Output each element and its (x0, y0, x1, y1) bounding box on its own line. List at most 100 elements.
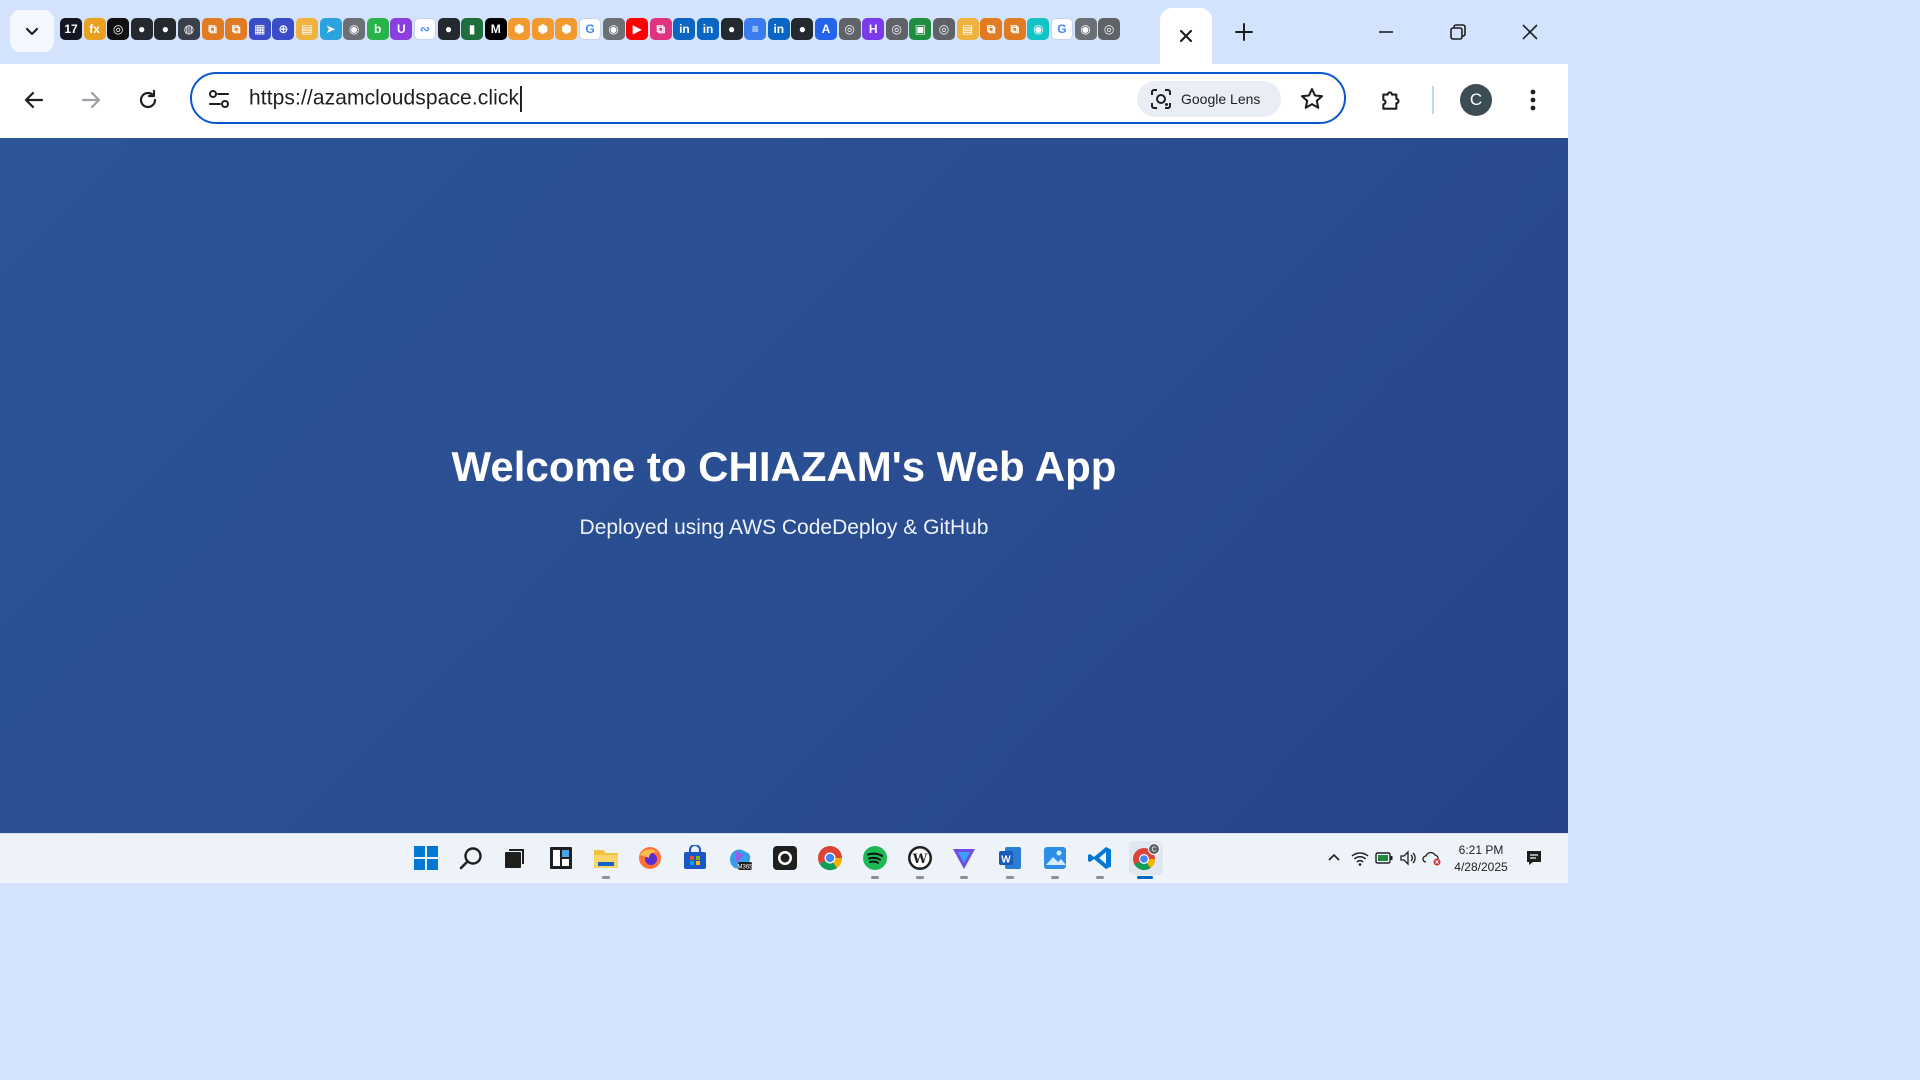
url-text[interactable]: https://azamcloudspace.click (249, 86, 522, 112)
google-favicon[interactable]: G (1050, 18, 1073, 40)
plus-icon (1235, 23, 1253, 41)
site-info-button[interactable] (206, 86, 232, 112)
onedrive-button[interactable] (1422, 848, 1442, 868)
bookmark-star-button[interactable] (1297, 84, 1327, 114)
active-tab[interactable] (1160, 8, 1212, 64)
chrome-favicon[interactable]: ◎ (1098, 18, 1121, 40)
aws-favicon[interactable]: ⧉ (980, 18, 1003, 40)
m365-button[interactable]: M365 (724, 842, 756, 874)
photos-button[interactable] (1039, 842, 1071, 874)
copilot-favicon[interactable]: ◍ (177, 18, 200, 40)
site-favicon[interactable]: ◉ (343, 18, 366, 40)
tradingview-favicon[interactable]: 17 (60, 18, 82, 40)
microsoft-store-button[interactable] (679, 842, 711, 874)
profile-initial: C (1469, 90, 1483, 109)
pink-favicon[interactable]: ⧉ (649, 18, 672, 40)
chrome-favicon[interactable]: ◎ (885, 18, 908, 40)
close-window-button[interactable] (1510, 12, 1550, 52)
openai-favicon[interactable]: ◎ (107, 18, 130, 40)
volume-button[interactable] (1398, 848, 1418, 868)
box-favicon[interactable]: ▤ (956, 18, 979, 40)
sheet-favicon[interactable]: ▣ (909, 18, 932, 40)
google-favicon[interactable]: G (579, 18, 602, 40)
a-favicon[interactable]: A (815, 18, 837, 40)
youtube-favicon[interactable]: ▶ (626, 18, 649, 40)
box-favicon[interactable]: ▤ (295, 18, 318, 40)
green-favicon[interactable]: ▮ (461, 18, 484, 40)
tab-search-button[interactable] (10, 10, 54, 52)
vscode-icon (1088, 847, 1111, 869)
cube-favicon[interactable]: ⬢ (555, 18, 578, 40)
show-hidden-icons-button[interactable] (1324, 848, 1344, 868)
aws-favicon[interactable]: ⧉ (225, 18, 248, 40)
camera-lens-icon (1151, 89, 1171, 109)
battery-button[interactable] (1374, 848, 1394, 868)
widgets-button[interactable] (545, 842, 577, 874)
forward-button[interactable] (71, 80, 111, 120)
back-button[interactable] (14, 80, 54, 120)
aws-favicon[interactable]: ⧉ (201, 18, 224, 40)
google-lens-button[interactable]: Google Lens (1137, 81, 1281, 117)
reload-button[interactable] (128, 80, 168, 120)
fx-favicon[interactable]: fx (83, 18, 106, 40)
store-icon (684, 845, 706, 869)
cube-favicon[interactable]: ⬢ (531, 18, 554, 40)
word-button[interactable]: W (994, 842, 1026, 874)
storage-favicon[interactable]: ▦ (248, 18, 271, 40)
network-button[interactable] (1350, 848, 1370, 868)
github-favicon[interactable]: ● (154, 18, 177, 40)
tab-strip: 17 fx ◎ ● ● ◍ ⧉ ⧉ ▦ ⊕ ▤ ➤ ◉ b U ∾ ● ▮ M ⬢ ⬢ ⬢ G ◉ ▶ ⧉ in in ● ≡ in ● A ◎ H… (0, 0, 1568, 64)
cube-favicon[interactable]: ⬢ (508, 18, 531, 40)
task-view-button[interactable] (499, 842, 531, 874)
docs-favicon[interactable]: ≡ (744, 18, 767, 40)
chrome-favicon[interactable]: ◎ (838, 18, 861, 40)
teal-favicon[interactable]: ◉ (1027, 18, 1050, 40)
profile-avatar[interactable]: C (1460, 84, 1492, 116)
site-favicon[interactable]: ◉ (1074, 18, 1097, 40)
medium-favicon[interactable]: M (484, 18, 507, 40)
github-favicon[interactable]: ● (720, 18, 743, 40)
start-button[interactable] (410, 842, 442, 874)
search-button[interactable] (455, 842, 487, 874)
vscode-button[interactable] (1084, 842, 1116, 874)
chrome-button[interactable] (814, 842, 846, 874)
minimize-button[interactable] (1366, 12, 1406, 52)
close-icon (1522, 24, 1538, 40)
site-favicon[interactable]: ◉ (602, 18, 625, 40)
github-favicon[interactable]: ● (791, 18, 814, 40)
chrome-icon (818, 846, 843, 871)
extensions-button[interactable] (1372, 80, 1412, 120)
aws-favicon[interactable]: ⧉ (1003, 18, 1026, 40)
restore-icon (1450, 24, 1466, 40)
chrome-favicon[interactable]: ◎ (932, 18, 955, 40)
b-favicon[interactable]: b (366, 18, 389, 40)
running-indicator (960, 876, 968, 879)
github-favicon[interactable]: ● (130, 18, 153, 40)
linkedin-favicon[interactable]: in (673, 18, 696, 40)
notifications-button[interactable] (1524, 848, 1544, 868)
linkedin-favicon[interactable]: in (697, 18, 720, 40)
wave-favicon[interactable]: ∾ (413, 18, 436, 40)
u-favicon[interactable]: U (390, 18, 413, 40)
github-favicon[interactable]: ● (437, 18, 460, 40)
firefox-button[interactable] (634, 842, 666, 874)
wordpress-button[interactable]: W (904, 842, 936, 874)
github-desktop-button[interactable] (769, 842, 801, 874)
restore-button[interactable] (1438, 12, 1478, 52)
menu-button[interactable] (1513, 80, 1553, 120)
close-tab-icon[interactable] (1178, 28, 1194, 44)
linkedin-favicon[interactable]: in (767, 18, 790, 40)
telegram-favicon[interactable]: ➤ (319, 18, 342, 40)
h-favicon[interactable]: H (862, 18, 885, 40)
new-tab-button[interactable] (1228, 16, 1260, 48)
globe-favicon[interactable]: ⊕ (272, 18, 295, 40)
spotify-button[interactable] (859, 842, 891, 874)
chrome-profile-button[interactable]: C (1129, 841, 1163, 875)
clock-date: 4/28/2025 (1454, 860, 1508, 874)
file-explorer-button[interactable] (590, 842, 622, 874)
vpn-button[interactable] (948, 842, 980, 874)
address-bar[interactable]: https://azamcloudspace.click Google Lens (190, 72, 1346, 124)
arrow-left-icon (24, 91, 44, 109)
clock[interactable]: 6:21 PM 4/28/2025 (1446, 842, 1516, 876)
url-value[interactable]: https://azamcloudspace.click (249, 87, 519, 110)
